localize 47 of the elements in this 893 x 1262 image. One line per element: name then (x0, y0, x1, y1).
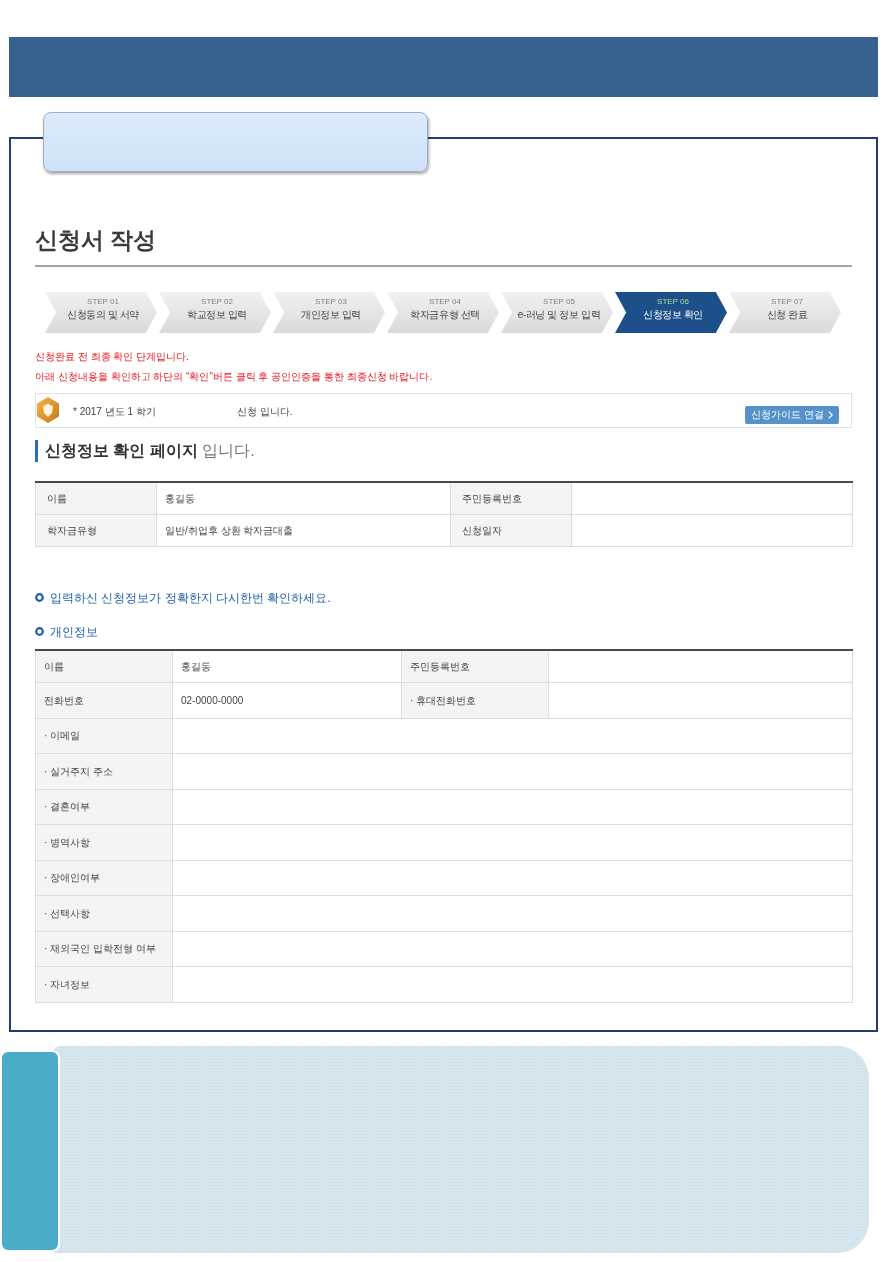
label-cell: · 휴대전화번호 (401, 682, 549, 718)
step-number: STEP 05 (543, 297, 575, 307)
step-label: 개인정보 입력 (301, 308, 361, 322)
label-cell: · 실거주지 주소 (35, 753, 173, 789)
notice-text: 신청완료 전 최종 확인 단계입니다. (35, 350, 189, 364)
step-number: STEP 07 (771, 297, 803, 307)
label-cell: · 장애인여부 (35, 860, 173, 896)
status-text: 신청 입니다. (237, 405, 293, 419)
table-cell: 홍길동 (156, 482, 451, 514)
label-cell: 주민등록번호 (401, 649, 549, 683)
label-cell: · 재외국인 입학전형 여부 (35, 931, 173, 967)
instruction-text: 입력하신 신청정보가 정확한지 다시한번 확인하세요. (50, 589, 331, 607)
step-number: STEP 03 (315, 297, 347, 307)
circle-bullet-icon (35, 627, 44, 636)
label-cell: 이름 (35, 649, 173, 683)
label-cell: 전화번호 (35, 682, 173, 718)
label-cell: 신청일자 (450, 514, 572, 546)
step-label: 신청동의 및 서약 (67, 308, 139, 322)
guide-link-button[interactable]: 신청가이드 연결 (745, 406, 839, 424)
step-label: 신청정보 확인 (643, 308, 703, 322)
label-cell: 이름 (35, 482, 157, 514)
step-label: 학교정보 입력 (187, 308, 247, 322)
label-cell: · 자녀정보 (35, 966, 173, 1002)
hexagon-badge-icon (37, 397, 59, 423)
notice-text: 아래 신청내용을 확인하고 하단의 “확인”버튼 클릭 후 공인인증을 통한 최종신청 바랍니다. (35, 370, 433, 384)
step-number: STEP 02 (201, 297, 233, 307)
section-heading: 신청정보 확인 페이지 입니다. (35, 440, 255, 462)
page-title: 신청서 작성 (35, 226, 157, 255)
step-number: STEP 04 (429, 297, 461, 307)
label-cell: 주민등록번호 (450, 482, 572, 514)
table-cell: 홍길동 (172, 649, 402, 683)
step-label: 신청 완료 (766, 308, 808, 322)
label-cell: 학자금유형 (35, 514, 157, 546)
step-number: STEP 06 (657, 297, 689, 307)
step-label: e-러닝 및 정보 입력 (517, 308, 601, 322)
label-cell: · 병역사항 (35, 824, 173, 860)
chevron-right-icon (828, 411, 833, 419)
step-number: STEP 01 (87, 297, 119, 307)
label-cell: · 결혼여부 (35, 789, 173, 825)
section-title: 개인정보 (50, 623, 98, 641)
label-cell: · 이메일 (35, 718, 173, 754)
table-cell: 일반/취업후 상환 학자금대출 (156, 514, 451, 546)
term-text: * 2017 년도 1 학기 (73, 405, 157, 419)
label-cell: · 선택사항 (35, 895, 173, 931)
circle-bullet-icon (35, 593, 44, 602)
table-cell: 02-0000-0000 (172, 682, 402, 718)
step-label: 학자금유형 선택 (410, 308, 480, 322)
